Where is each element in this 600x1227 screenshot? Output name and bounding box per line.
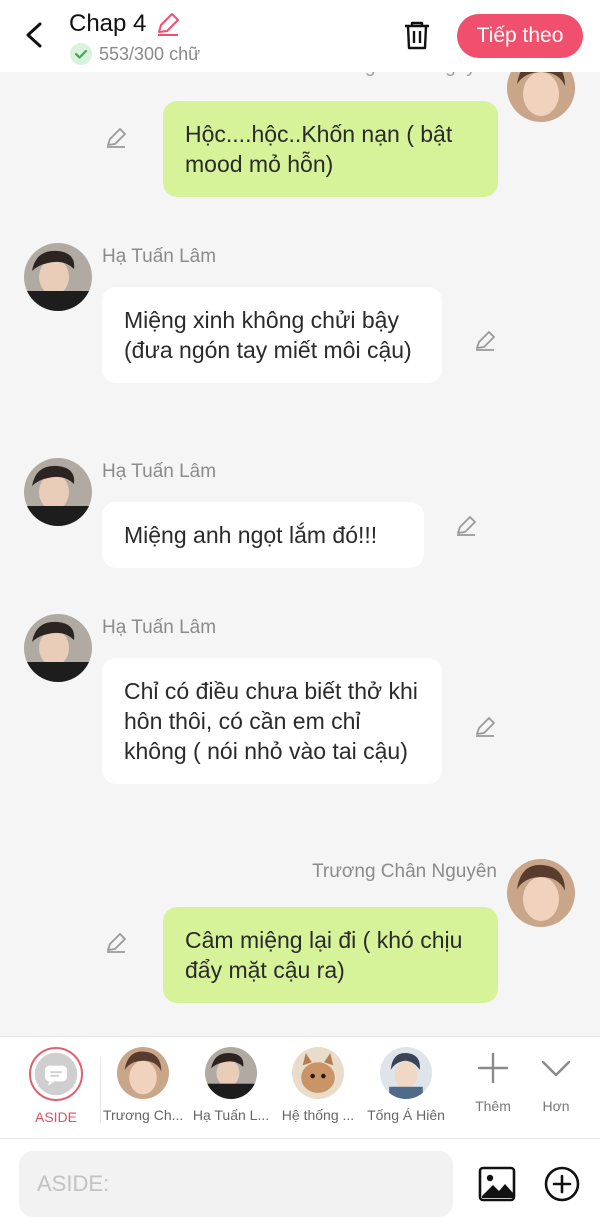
edit-message-icon[interactable] [453, 513, 479, 539]
message-bubble[interactable]: Câm miệng lại đi ( khó chịu đẩy mặt cậu … [163, 907, 498, 1003]
edit-message-icon[interactable] [103, 125, 129, 151]
avatar [380, 1047, 432, 1099]
more-button[interactable]: Hơn [526, 1051, 586, 1114]
edit-message-icon[interactable] [472, 328, 498, 354]
more-label: Hơn [542, 1098, 570, 1114]
character-label: Hệ thống ... [281, 1107, 355, 1123]
avatar[interactable] [507, 859, 575, 927]
aside-icon [29, 1047, 83, 1101]
chat-area[interactable]: Trương Chân Nguyên Hộc....hộc..Khốn nạn … [0, 0, 600, 1036]
edit-message-icon[interactable] [472, 714, 498, 740]
character-label: Tống Á Hiên [367, 1107, 445, 1123]
sender-name: Hạ Tuấn Lâm [102, 246, 217, 267]
sender-name: Hạ Tuấn Lâm [102, 461, 217, 482]
aside-input[interactable] [19, 1151, 453, 1217]
plus-icon [477, 1052, 509, 1084]
avatar [292, 1047, 344, 1099]
character-item[interactable]: Tống Á Hiên [366, 1047, 446, 1123]
avatar[interactable] [24, 243, 92, 311]
title-area: Chap 4 553/300 chữ [69, 10, 200, 66]
character-item[interactable]: Trương Ch... [103, 1047, 183, 1123]
sender-name: Hạ Tuấn Lâm [102, 617, 217, 638]
aside-button[interactable]: ASIDE [16, 1047, 96, 1125]
message-bubble[interactable]: Miệng anh ngọt lắm đó!!! [102, 502, 424, 568]
edit-message-icon[interactable] [103, 930, 129, 956]
character-label: Hạ Tuấn L... [192, 1107, 270, 1123]
top-bar: Chap 4 553/300 chữ Tiếp theo [0, 0, 600, 72]
sender-name: Trương Chân Nguyên [311, 861, 497, 882]
back-arrow-icon[interactable] [18, 18, 52, 52]
chevron-down-icon [541, 1060, 571, 1077]
character-bar: ASIDE Trương Ch... Hạ Tuấn L... Hệ thống… [0, 1036, 600, 1138]
add-character-button[interactable]: Thêm [463, 1051, 523, 1114]
trash-icon[interactable] [400, 18, 434, 52]
add-label: Thêm [475, 1098, 511, 1114]
character-label: Trương Ch... [103, 1107, 184, 1123]
message-bubble[interactable]: Chỉ có điều chưa biết thở khi hôn thôi, … [102, 658, 442, 784]
word-count: 553/300 chữ [99, 43, 201, 64]
message-bubble[interactable]: Hộc....hộc..Khốn nạn ( bật mood mỏ hỗn) [163, 101, 498, 197]
divider [100, 1057, 101, 1123]
avatar [205, 1047, 257, 1099]
message-bubble[interactable]: Miệng xinh không chửi bậy (đưa ngón tay … [102, 287, 442, 383]
image-icon[interactable] [478, 1165, 516, 1203]
avatar[interactable] [24, 614, 92, 682]
chapter-title[interactable]: Chap 4 [69, 10, 146, 38]
aside-label: ASIDE [34, 1109, 77, 1125]
avatar [117, 1047, 169, 1099]
character-item[interactable]: Hệ thống ... [278, 1047, 358, 1123]
pencil-icon[interactable] [155, 11, 181, 37]
next-button[interactable]: Tiếp theo [457, 14, 583, 58]
add-circle-icon[interactable] [543, 1165, 581, 1203]
avatar[interactable] [24, 458, 92, 526]
input-row [0, 1138, 600, 1227]
check-circle-icon [69, 42, 93, 66]
character-item[interactable]: Hạ Tuấn L... [191, 1047, 271, 1123]
